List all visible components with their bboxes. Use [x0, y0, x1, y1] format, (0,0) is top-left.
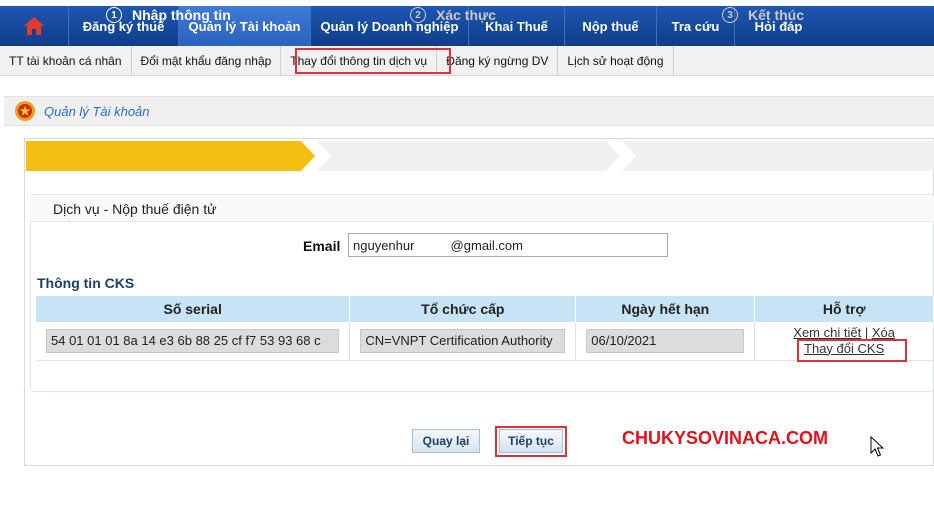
- step-1-number: 1: [106, 7, 122, 23]
- step-2: 2 Xác thực: [410, 0, 496, 30]
- step-3-shape: [622, 141, 934, 171]
- subnav-dang-ky-ngung-dv[interactable]: Đăng ký ngừng DV: [437, 46, 559, 76]
- emblem-icon: [15, 101, 35, 121]
- breadcrumb-label[interactable]: Quản lý Tài khoản: [44, 104, 150, 119]
- step-1-shape: [26, 141, 315, 171]
- back-button[interactable]: Quay lại: [412, 429, 480, 453]
- step-3-number: 3: [722, 7, 738, 23]
- view-detail-link[interactable]: Xem chi tiết: [793, 325, 861, 340]
- step-1-label: Nhập thông tin: [132, 7, 231, 23]
- next-highlight-box: [495, 426, 567, 457]
- step-3: 3 Kết thúc: [722, 0, 804, 30]
- delete-link[interactable]: Xóa: [872, 325, 895, 340]
- step-2-number: 2: [410, 7, 426, 23]
- column-header-serial: Số serial: [36, 296, 351, 322]
- step-progress-bar: [26, 141, 934, 171]
- column-header-support: Hỗ trợ: [754, 296, 934, 322]
- expiry-field: 06/10/2021: [586, 328, 745, 353]
- home-icon: [24, 17, 44, 35]
- service-section: [30, 194, 934, 392]
- step-2-label: Xác thực: [436, 7, 496, 23]
- subnav-lich-su-hoat-dong[interactable]: Lịch sử hoạt động: [558, 46, 674, 76]
- mouse-cursor-icon: [870, 436, 885, 457]
- nav-item-nop-thue[interactable]: Nộp thuế: [564, 6, 656, 46]
- serial-field: 54 01 01 01 8a 14 e3 6b 88 25 cf f7 53 9…: [46, 328, 340, 353]
- column-header-expiry: Ngày hết hạn: [575, 296, 756, 322]
- subnav-highlight-box: [295, 48, 451, 74]
- step-3-label: Kết thúc: [748, 7, 804, 23]
- watermark-text: CHUKYSOVINACA.COM: [622, 428, 829, 448]
- issuer-field: CN=VNPT Certification Authority: [360, 328, 566, 353]
- section-title: Dịch vụ - Nộp thuế điện tử: [53, 201, 217, 217]
- change-cks-highlight-box: [797, 339, 907, 362]
- breadcrumb: Quản lý Tài khoản: [4, 96, 934, 126]
- subnav-tt-tai-khoan[interactable]: TT tài khoản cá nhân: [0, 46, 132, 76]
- email-field[interactable]: [348, 233, 668, 257]
- step-2-shape: [317, 141, 620, 171]
- cks-title: Thông tin CKS: [37, 275, 135, 291]
- home-button[interactable]: [0, 6, 68, 46]
- sub-navigation: TT tài khoản cá nhân Đổi mật khẩu đăng n…: [0, 46, 934, 76]
- email-label: Email: [303, 238, 341, 254]
- step-1: 1 Nhập thông tin: [106, 0, 231, 30]
- subnav-doi-mat-khau[interactable]: Đổi mật khẩu đăng nhập: [132, 46, 282, 76]
- link-separator: |: [864, 324, 869, 340]
- column-header-issuer: Tổ chức cấp: [349, 296, 577, 322]
